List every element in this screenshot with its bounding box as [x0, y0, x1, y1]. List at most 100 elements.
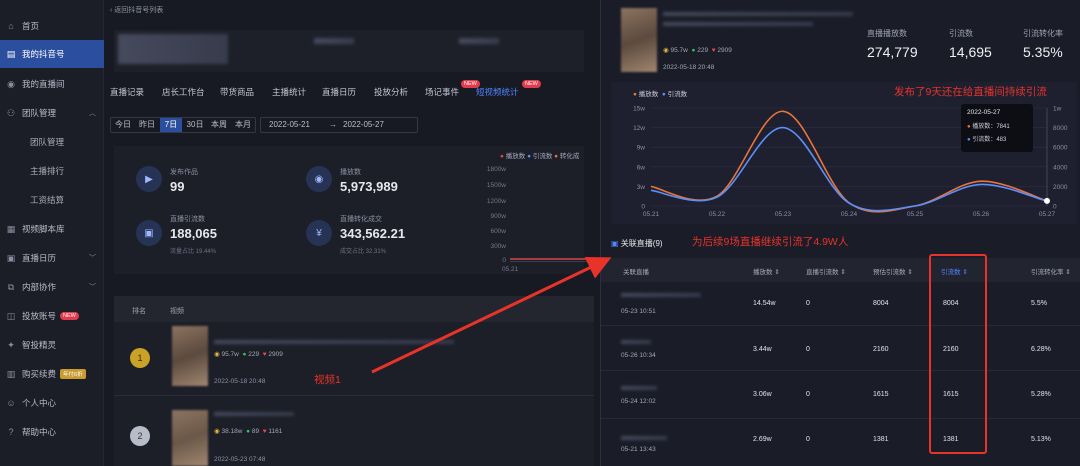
- sidebar-item-my-account[interactable]: ▤ 我的抖音号: [0, 40, 104, 68]
- sidebar-subitem-anchor-rank[interactable]: 主播排行: [0, 157, 104, 185]
- tab-live-records[interactable]: 直播记录: [110, 86, 144, 98]
- stat-value: 343,562.21: [340, 226, 406, 241]
- row-rate: 6.28%: [1031, 346, 1051, 353]
- date-btn-7d[interactable]: 7日: [160, 118, 182, 132]
- row-time: 05-26 10:34: [621, 352, 656, 359]
- y-tick-left: 0: [641, 204, 645, 211]
- sidebar-item-label: 团队管理: [30, 137, 65, 147]
- tooltip-value: 483: [996, 137, 1007, 143]
- date-btn-30d[interactable]: 30日: [184, 118, 206, 132]
- x-axis: [510, 261, 600, 262]
- tab-goods[interactable]: 带货商品: [220, 86, 254, 98]
- collab-icon: ⧉: [7, 282, 15, 292]
- col-plays[interactable]: 播放数 ⇕: [753, 266, 780, 276]
- date-end: 2022-05-27: [343, 120, 384, 129]
- date-btn-yesterday[interactable]: 昨日: [136, 118, 158, 132]
- eye-icon: ◉: [214, 428, 220, 435]
- stat-value: 188,065: [170, 226, 217, 241]
- sidebar-item-label: 个人中心: [22, 398, 57, 408]
- ad-account-icon: ◫: [6, 311, 16, 321]
- date-btn-month[interactable]: 本月: [232, 118, 254, 132]
- date-btn-today[interactable]: 今日: [112, 118, 134, 132]
- date-btn-week[interactable]: 本周: [208, 118, 230, 132]
- y-tick: 600w: [490, 228, 506, 235]
- sidebar-item-collab[interactable]: ⧉ 内部协作 ﹀: [0, 273, 104, 301]
- chevron-down-icon: ﹀: [89, 255, 96, 262]
- y-tick-right: 6000: [1053, 145, 1068, 152]
- x-tick: 05.23: [775, 211, 792, 218]
- row-live-traffic: 0: [806, 391, 810, 398]
- sidebar-item-script-library[interactable]: ▦ 视频脚本库: [0, 215, 104, 243]
- traffic-icon: ▣: [136, 220, 162, 246]
- col-est-traffic[interactable]: 预估引流数 ⇕: [873, 266, 913, 276]
- sort-icon: ⇕: [907, 269, 913, 276]
- kpi-value: 5.35%: [1023, 44, 1063, 60]
- tab-events[interactable]: 场记事件: [425, 86, 459, 98]
- video-metrics: ◉ 95.7w ● 229 ♥ 2909: [663, 46, 732, 54]
- col-conversion[interactable]: 引流转化率 ⇕: [1031, 266, 1071, 276]
- row-live-traffic: 0: [806, 346, 810, 353]
- date-range-picker[interactable]: 2022-05-21 → 2022-05-27: [260, 117, 418, 133]
- tab-store-workbench[interactable]: 店长工作台: [162, 86, 205, 98]
- row-plays: 3.06w: [753, 391, 772, 398]
- video-list-header: [114, 296, 594, 322]
- video-date: 2022-05-23 07:48: [214, 456, 266, 463]
- row-divider: [601, 370, 1080, 371]
- likes: 229: [697, 47, 709, 54]
- video-thumbnail[interactable]: [172, 410, 208, 466]
- tooltip-label: 引流数: [972, 137, 991, 143]
- y-tick: 1200w: [486, 198, 506, 205]
- sidebar-item-label: 购买续费: [22, 369, 57, 379]
- related-live-title: ▣ 关联直播(9): [611, 238, 663, 249]
- sidebar-item-home[interactable]: ⌂ 首页: [0, 12, 104, 40]
- sort-icon: ⇕: [1065, 269, 1071, 276]
- kpi-value: 274,779: [867, 44, 918, 60]
- sidebar-item-profile[interactable]: ☺ 个人中心: [0, 389, 104, 417]
- y-tick: 900w: [490, 213, 506, 220]
- stat-value: 99: [170, 179, 185, 194]
- tab-short-video-stats[interactable]: 短视频统计: [476, 86, 519, 98]
- row-plays: 2.69w: [753, 436, 772, 443]
- back-link[interactable]: ‹ 返回抖音号列表: [110, 5, 163, 15]
- blurred-title: [621, 293, 701, 297]
- sidebar-item-help[interactable]: ? 帮助中心: [0, 418, 104, 446]
- sidebar-item-team[interactable]: ⚇ 团队管理 ︿: [0, 99, 104, 127]
- x-tick: 05.22: [709, 211, 726, 218]
- col-label: 引流转化率: [1031, 269, 1064, 276]
- highlight-box: [929, 254, 987, 454]
- calendar-icon: ▣: [6, 253, 16, 263]
- y-tick-left: 15w: [633, 106, 645, 113]
- kpi-value: 14,695: [949, 44, 992, 60]
- plays: 95.7w: [221, 351, 239, 358]
- sidebar-subitem-salary[interactable]: 工资结算: [0, 186, 104, 214]
- sidebar-item-wizard[interactable]: ✦ 智投精灵: [0, 331, 104, 359]
- row-rate: 5.28%: [1031, 391, 1051, 398]
- sidebar-item-purchase[interactable]: ▥ 购买续费 年付6折: [0, 360, 104, 388]
- col-live-traffic[interactable]: 直播引流数 ⇕: [806, 266, 846, 276]
- back-link-label: 返回抖音号列表: [114, 7, 164, 14]
- video-thumbnail[interactable]: [172, 326, 208, 386]
- sidebar-item-ad-account[interactable]: ◫ 投放账号 NEW: [0, 302, 104, 330]
- like-icon: ●: [242, 351, 247, 358]
- tab-ad-analysis[interactable]: 投放分析: [374, 86, 408, 98]
- sidebar-item-label: 主播排行: [30, 166, 65, 176]
- chevron-up-icon: ︿: [89, 110, 96, 117]
- y-tick: 300w: [490, 243, 506, 250]
- col-label: 播放数: [753, 269, 773, 276]
- sidebar-item-label: 首页: [22, 21, 40, 31]
- heart-icon: ♥: [262, 428, 267, 435]
- chart-tooltip: 2022-05-27 ● 播放数：7841 ● 引流数：483: [961, 104, 1033, 152]
- sidebar-item-label: 我的抖音号: [22, 49, 65, 59]
- sidebar-item-live-calendar[interactable]: ▣ 直播日历 ﹀: [0, 244, 104, 272]
- y-tick: 0: [502, 257, 506, 264]
- hearts: 2909: [717, 47, 732, 54]
- gold-medal-icon: 1: [130, 348, 150, 368]
- annotation-video-label: 视频1: [314, 374, 341, 386]
- tab-live-calendar[interactable]: 直播日历: [322, 86, 356, 98]
- y-tick-left: 12w: [633, 125, 645, 132]
- sidebar-subitem-team-manage[interactable]: 团队管理: [0, 128, 104, 156]
- hearts: 2909: [268, 351, 283, 358]
- sidebar-item-live-room[interactable]: ◉ 我的直播间: [0, 70, 104, 98]
- tab-anchor-stats[interactable]: 主播统计: [272, 86, 306, 98]
- row-est: 1381: [873, 436, 889, 443]
